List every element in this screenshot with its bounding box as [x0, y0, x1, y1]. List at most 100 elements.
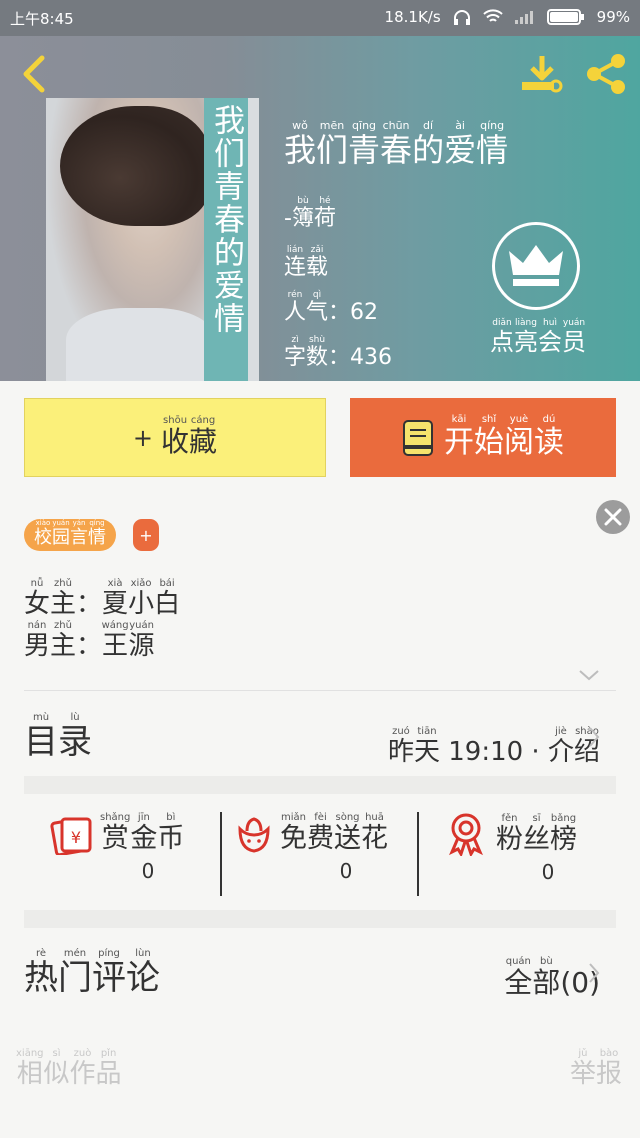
- ruby-char: 气qì: [306, 290, 329, 325]
- ruby-char: 相xiāng: [16, 1048, 44, 1089]
- ruby-char: 男nán: [24, 620, 51, 661]
- ruby-char: 人rén: [284, 290, 307, 325]
- ruby-char: 评píng: [92, 948, 126, 998]
- section-separator: [24, 910, 616, 928]
- battery-level: 99%: [596, 8, 630, 26]
- fan-ranking[interactable]: 粉fěn丝sī榜bǎng 0: [446, 812, 636, 884]
- ruby-char: 情qíng: [88, 519, 106, 548]
- toc-update[interactable]: 昨zuó天tiān 19:10 · 介jiè绍shào: [388, 726, 600, 768]
- section-separator: [24, 776, 616, 794]
- hot-comments-title: 热rè门mén评píng论lùn: [24, 948, 160, 999]
- download-icon[interactable]: [520, 52, 564, 96]
- toc-label[interactable]: 目mù录lù: [24, 712, 92, 763]
- ruby-char: 费fèi: [307, 812, 334, 854]
- report-button[interactable]: 举jǔ报bào: [570, 1048, 622, 1090]
- wifi-icon: [482, 9, 503, 22]
- reward-coins-label: 赏shǎng金jīn币bì: [100, 812, 184, 855]
- status-right: 18.1K/s 99%: [385, 8, 630, 26]
- tag-campus-romance[interactable]: 校xiào 园yuán 言yán 情qíng: [24, 519, 116, 551]
- flower-icon: [238, 817, 270, 853]
- share-icon[interactable]: [584, 52, 630, 96]
- ruby-char: 藏cáng: [189, 415, 218, 458]
- male-lead: 男nán主zhǔ：王wáng源yuán: [24, 620, 155, 661]
- member-badge[interactable]: [492, 222, 580, 310]
- ruby-char: 会huì: [538, 318, 562, 356]
- ruby-char: 我wǒ: [284, 119, 317, 169]
- ruby-char: 金jīn: [130, 812, 158, 854]
- ruby-char: 昨zuó: [387, 726, 414, 767]
- ruby-char: 阅yuè: [504, 414, 534, 460]
- ruby-char: 丝sī: [523, 813, 550, 855]
- similar-works[interactable]: 相xiāng似sì作zuò品pǐn: [16, 1048, 122, 1090]
- ruby-char: 员yuán: [562, 318, 586, 356]
- chevron-right-icon[interactable]: [588, 962, 600, 984]
- female-lead: 女nǚ主zhǔ：夏xià小xiǎo白bái: [24, 578, 181, 619]
- ruby-char: 品pǐn: [95, 1048, 122, 1089]
- favorite-button[interactable]: + 收shōu藏cáng: [24, 398, 326, 477]
- ruby-char: 热rè: [24, 948, 58, 998]
- ruby-char: 春chūn: [380, 119, 413, 169]
- start-reading-button[interactable]: 开kāi始shǐ阅yuè读dú: [350, 398, 616, 477]
- free-flowers-label: 免miǎn费fèi送sòng花huā: [280, 812, 388, 855]
- crown-icon: [509, 245, 563, 286]
- ruby-char: 赏shǎng: [100, 812, 131, 854]
- chevron-right-icon[interactable]: [588, 726, 600, 748]
- divider: [417, 812, 419, 896]
- chevron-down-icon[interactable]: [578, 668, 600, 682]
- all-comments-link[interactable]: 全quán部bù(0): [504, 956, 600, 1001]
- ruby-char: 始shǐ: [474, 414, 504, 460]
- ruby-char: 似sì: [43, 1048, 70, 1089]
- ruby-char: 们mēn: [316, 119, 349, 169]
- ruby-char: 主zhǔ: [50, 578, 77, 619]
- headphones-icon: [453, 10, 470, 25]
- ruby-char: 的dí: [412, 119, 445, 169]
- red-envelope-icon: ¥: [50, 817, 92, 855]
- fan-ranking-label: 粉fěn丝sī榜bǎng: [496, 813, 577, 856]
- fan-ranking-count: 0: [541, 860, 555, 884]
- medal-icon: [449, 813, 483, 856]
- signal-icon: [514, 11, 533, 24]
- ruby-char: 夏xià: [102, 578, 129, 619]
- book-author: -簿bù荷hé: [284, 196, 336, 232]
- close-button[interactable]: [596, 500, 630, 534]
- ruby-char: 连lián: [284, 245, 307, 280]
- free-flowers-count: 0: [339, 859, 353, 883]
- favorite-label: 收shōu藏cáng: [161, 415, 217, 460]
- network-speed: 18.1K/s: [384, 8, 441, 26]
- ruby-char: 报bào: [595, 1048, 622, 1089]
- add-tag-button[interactable]: +: [133, 519, 159, 551]
- member-label[interactable]: 点diǎn亮liàng会huì员yuán: [490, 318, 586, 357]
- ruby-char: 开kāi: [444, 414, 474, 460]
- ruby-char: 点diǎn: [490, 318, 514, 356]
- reward-coins-count: 0: [141, 859, 155, 883]
- ruby-char: 作zuò: [69, 1048, 96, 1089]
- book-cover[interactable]: 我们青春的爱情: [46, 98, 259, 381]
- status-bar: 上午8:45 18.1K/s 99%: [0, 0, 640, 36]
- ruby-char: 校xiào: [34, 519, 52, 548]
- ruby-char: 簿bù: [291, 196, 314, 231]
- ruby-char: 粉fěn: [496, 813, 523, 855]
- ruby-char: 免miǎn: [280, 812, 307, 854]
- ruby-char: 读dú: [534, 414, 564, 460]
- divider: [220, 812, 222, 896]
- ruby-char: 主zhǔ: [50, 620, 77, 661]
- book-popularity: 人rén气qì：62: [284, 290, 379, 325]
- free-flowers[interactable]: 免miǎn费fèi送sòng花huā 0: [236, 812, 426, 883]
- status-time: 上午8:45: [10, 10, 74, 28]
- ruby-char: 小xiǎo: [128, 578, 155, 619]
- ruby-char: 字zì: [284, 335, 307, 370]
- ruby-char: 花huā: [361, 812, 388, 854]
- start-reading-label: 开kāi始shǐ阅yuè读dú: [444, 414, 564, 461]
- book-icon: [403, 419, 433, 456]
- ruby-char: -: [284, 206, 292, 231]
- ruby-char: 言yán: [70, 519, 88, 548]
- ruby-char: 园yuán: [52, 519, 70, 548]
- book-title: 我wǒ们mēn青qīng春chūn的dí爱ài情qíng: [284, 119, 508, 171]
- ruby-char: 载zǎi: [306, 245, 329, 280]
- ruby-char: 全quán: [504, 956, 533, 999]
- ruby-char: 论lùn: [126, 948, 160, 998]
- ruby-char: 亮liàng: [514, 318, 538, 356]
- reward-coins[interactable]: ¥ 赏shǎng金jīn币bì 0: [50, 812, 240, 883]
- chevron-left-icon[interactable]: [16, 54, 56, 94]
- ruby-char: 录lù: [58, 712, 92, 762]
